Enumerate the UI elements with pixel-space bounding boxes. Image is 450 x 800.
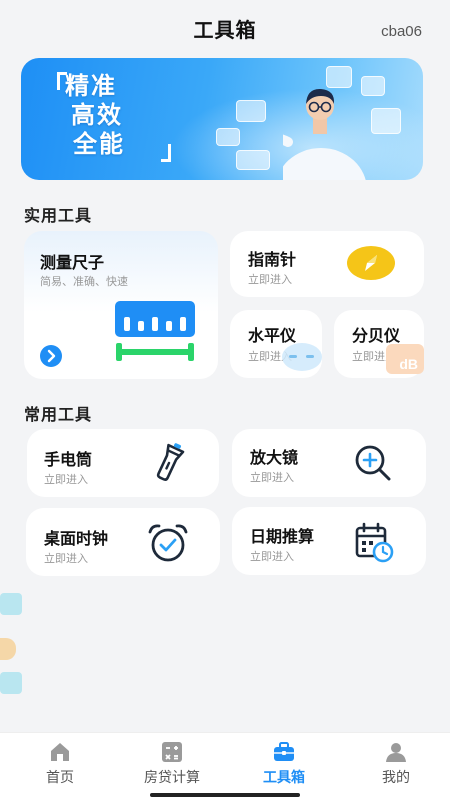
tool-sub-flashlight: 立即进入: [44, 473, 88, 486]
floating-ball-icon[interactable]: [0, 638, 16, 660]
compass-icon: [347, 246, 395, 280]
tool-card-magnifier[interactable]: 放大镜 立即进入: [232, 429, 426, 497]
bottom-tab-bar: 首页 房贷计算 工具箱 我的: [0, 732, 450, 800]
home-indicator[interactable]: [150, 793, 300, 797]
floating-grid-icon[interactable]: [0, 672, 22, 694]
tool-title-magnifier: 放大镜: [250, 448, 299, 467]
calendar-clock-icon: [355, 522, 394, 563]
tool-sub-clock: 立即进入: [44, 552, 88, 565]
slogan-line-2: 高效: [71, 101, 123, 129]
tool-card-flashlight[interactable]: 手电筒 立即进入: [27, 429, 219, 497]
tool-title-ruler: 测量尺子: [40, 253, 105, 272]
tool-card-level[interactable]: 水平仪 立即进入: [230, 310, 322, 378]
tab-toolbox[interactable]: 工具箱: [228, 741, 340, 787]
flashlight-icon: [156, 443, 185, 481]
tool-sub-date-calc: 立即进入: [250, 550, 294, 563]
tool-desc-ruler: 简易、准确、快速: [40, 275, 128, 288]
ruler-icon: [115, 301, 195, 361]
floating-panel-icon: [236, 100, 266, 122]
tool-title-date-calc: 日期推算: [250, 527, 315, 546]
tool-title-decibel: 分贝仪: [352, 326, 401, 345]
tab-label-profile: 我的: [382, 770, 410, 786]
tool-title-clock: 桌面时钟: [44, 529, 109, 548]
section-title-practical: 实用工具: [24, 206, 93, 225]
toolbox-icon: [274, 742, 294, 761]
profile-icon: [386, 743, 406, 762]
header: 工具箱 cba06: [0, 0, 450, 58]
arrow-right-icon[interactable]: [40, 345, 62, 367]
person-illustration-icon: [283, 88, 366, 180]
tool-card-clock[interactable]: 桌面时钟 立即进入: [26, 508, 220, 576]
promo-banner[interactable]: 精准 高效 全能: [21, 58, 423, 180]
tab-label-home: 首页: [46, 770, 74, 786]
user-id[interactable]: cba06: [381, 23, 422, 40]
alarm-clock-icon: [148, 524, 188, 562]
tool-sub-compass: 立即进入: [248, 273, 292, 286]
decibel-icon: dB: [386, 344, 424, 374]
calculator-icon: [162, 742, 182, 762]
decibel-badge: dB: [399, 356, 418, 372]
tool-card-compass[interactable]: 指南针 立即进入: [230, 231, 424, 297]
home-icon: [51, 743, 69, 761]
tool-sub-magnifier: 立即进入: [250, 471, 294, 484]
tab-profile[interactable]: 我的: [340, 741, 450, 787]
level-bubble-icon: [282, 343, 322, 371]
tab-mortgage-calc[interactable]: 房贷计算: [116, 741, 228, 787]
tool-card-ruler[interactable]: 测量尺子 简易、准确、快速: [24, 231, 218, 379]
slogan-line-1: 精准: [65, 72, 117, 100]
floating-panel-icon: [216, 128, 240, 146]
section-title-common: 常用工具: [24, 405, 93, 424]
banner-slogan: 精准 高效 全能: [65, 72, 125, 159]
tab-label-toolbox: 工具箱: [263, 770, 305, 786]
toolbox-screen: 工具箱 cba06 精准 高效 全能 实用工具 测量尺子 简易、准确、快速 指南…: [0, 0, 450, 800]
zoom-in-icon: [355, 445, 391, 481]
tool-card-date-calc[interactable]: 日期推算 立即进入: [232, 507, 426, 575]
tool-title-flashlight: 手电筒: [44, 450, 93, 469]
tool-title-compass: 指南针: [248, 250, 297, 269]
banner-bracket-right: [161, 144, 171, 162]
tab-home[interactable]: 首页: [4, 741, 116, 787]
tab-label-mortgage: 房贷计算: [144, 770, 200, 786]
floating-grid-icon[interactable]: [0, 593, 22, 615]
floating-panel-icon: [236, 150, 270, 170]
tool-card-decibel[interactable]: 分贝仪 立即进入 dB: [334, 310, 424, 378]
slogan-line-3: 全能: [73, 130, 125, 158]
